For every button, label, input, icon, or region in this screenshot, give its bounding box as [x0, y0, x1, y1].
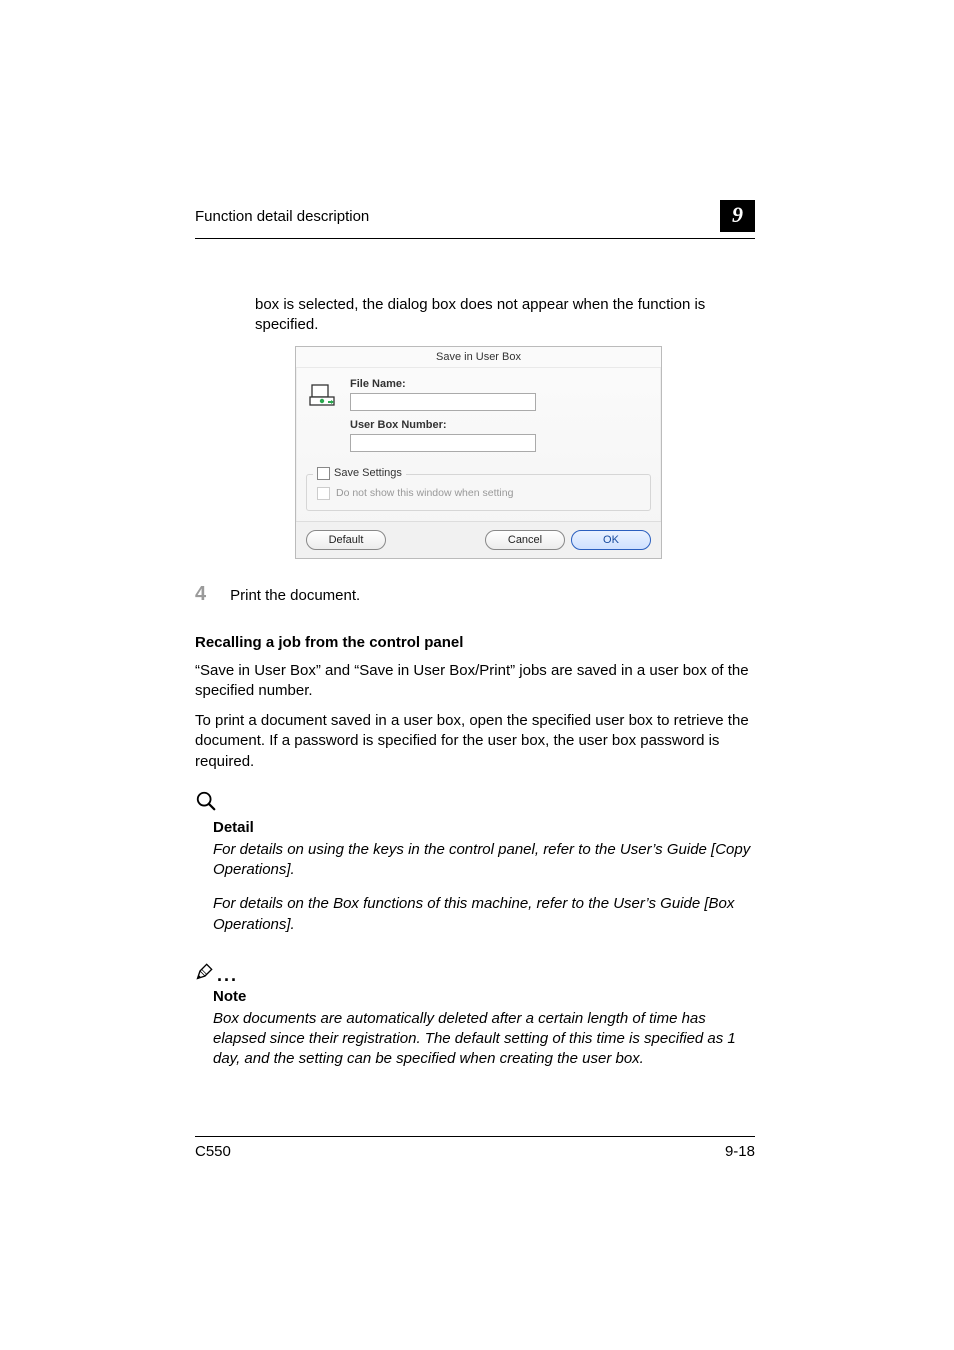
do-not-show-checkbox[interactable]	[317, 487, 330, 500]
user-box-number-label: User Box Number:	[350, 419, 649, 431]
step-4-row: 4 Print the document.	[195, 583, 755, 606]
default-button[interactable]: Default	[306, 530, 386, 550]
save-settings-group: Save Settings Do not show this window wh…	[306, 474, 651, 511]
detail-callout: Detail For details on using the keys in …	[195, 790, 755, 935]
save-in-user-box-dialog: Save in User Box File Name:	[295, 346, 662, 559]
save-settings-label: Save Settings	[334, 467, 402, 479]
note-callout: ... Note Box documents are automatically…	[195, 961, 755, 1070]
paragraph-1: “Save in User Box” and “Save in User Box…	[195, 661, 755, 702]
footer-page-number: 9-18	[725, 1143, 755, 1160]
detail-heading: Detail	[213, 819, 755, 836]
dialog-footer: Default Cancel OK	[296, 521, 661, 558]
chapter-number: 9	[720, 200, 755, 232]
printer-drawer-icon	[308, 382, 336, 413]
cancel-button[interactable]: Cancel	[485, 530, 565, 550]
do-not-show-label: Do not show this window when setting	[336, 487, 513, 499]
ellipsis-icon: ...	[217, 965, 238, 985]
dialog-screenshot: Save in User Box File Name:	[295, 346, 755, 559]
step-text: Print the document.	[230, 587, 360, 604]
note-body: Box documents are automatically deleted …	[213, 1009, 755, 1070]
intro-paragraph: box is selected, the dialog box does not…	[255, 295, 725, 336]
pen-icon	[195, 961, 215, 981]
dialog-title: Save in User Box	[296, 347, 661, 368]
subheading-recalling: Recalling a job from the control panel	[195, 634, 755, 651]
footer-model: C550	[195, 1143, 231, 1160]
save-settings-checkbox[interactable]	[317, 467, 330, 480]
dialog-body: File Name: User Box Number:	[296, 368, 661, 466]
magnifier-icon	[195, 790, 215, 810]
page-footer: C550 9-18	[195, 1136, 755, 1160]
paragraph-2: To print a document saved in a user box,…	[195, 711, 755, 772]
header-title: Function detail description	[195, 208, 369, 225]
note-heading: Note	[213, 988, 755, 1005]
file-name-label: File Name:	[350, 378, 649, 390]
user-box-number-input[interactable]	[350, 434, 536, 452]
ok-button[interactable]: OK	[571, 530, 651, 550]
step-number: 4	[195, 583, 206, 606]
detail-body-2: For details on the Box functions of this…	[213, 894, 755, 935]
page-header: Function detail description 9	[195, 200, 755, 239]
file-name-input[interactable]	[350, 393, 536, 411]
page-content: Function detail description 9 box is sel…	[195, 200, 755, 1070]
detail-body-1: For details on using the keys in the con…	[213, 840, 755, 881]
